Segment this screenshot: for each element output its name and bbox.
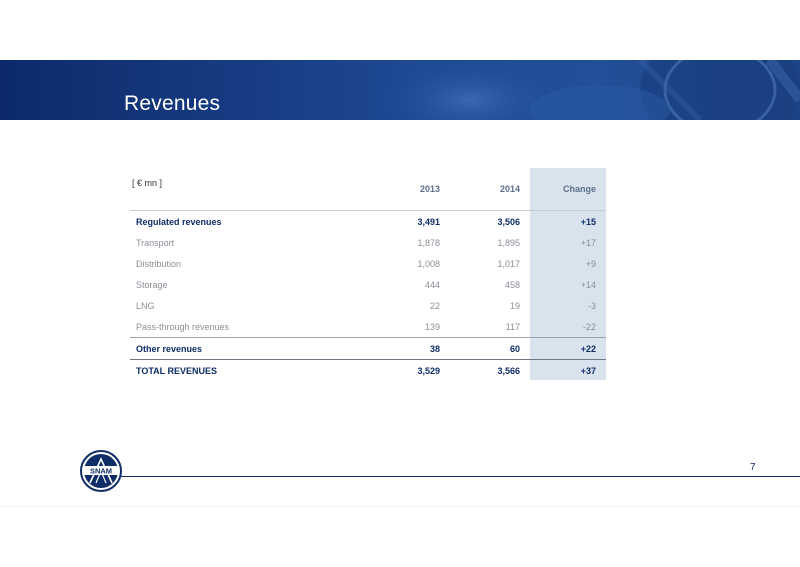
banner-background-image [380, 60, 800, 120]
value-2014: 1,895 [497, 237, 520, 248]
value-2013: 444 [424, 279, 440, 290]
table-row: Other revenues 38 60 +22 [130, 337, 606, 360]
value-2014: 117 [505, 321, 520, 332]
table-row: TOTAL REVENUES 3,529 3,566 +37 [130, 360, 606, 382]
table-row: Pass-through revenues 139 117 -22 [130, 316, 606, 338]
table-row: Distribution 1,008 1,017 +9 [130, 253, 606, 274]
slide-title: Revenues [124, 92, 221, 115]
table-row: Storage 444 458 +14 [130, 274, 606, 295]
snam-logo: SNAM [80, 450, 122, 492]
value-2014: 60 [450, 337, 530, 360]
value-2013: 1,878 [417, 237, 440, 248]
header-change: Change [562, 184, 596, 194]
page-number: 7 [750, 462, 756, 473]
row-label: Storage [136, 279, 168, 290]
value-change: +37 [580, 365, 596, 376]
row-label: Regulated revenues [136, 216, 222, 227]
value-2014: 3,506 [497, 216, 520, 227]
value-change: +22 [530, 337, 606, 360]
value-change: +14 [580, 279, 596, 290]
value-2013: 38 [360, 337, 450, 360]
table-header-row: 2013 2014 Change [130, 168, 606, 211]
header-2014: 2014 [499, 184, 520, 194]
value-change: -22 [582, 321, 596, 332]
table-row: Transport 1,878 1,895 +17 [130, 232, 606, 253]
footer-divider [88, 476, 800, 477]
header-2013: 2013 [419, 184, 440, 194]
value-2013: 22 [429, 300, 440, 311]
table-row: LNG 22 19 -3 [130, 295, 606, 316]
revenues-table: 2013 2014 Change Regulated revenues 3,49… [130, 168, 606, 381]
header-label-cell [130, 168, 360, 211]
value-2013: 3,529 [417, 365, 440, 376]
row-label: Pass-through revenues [136, 321, 230, 332]
value-2013: 3,491 [417, 216, 440, 227]
value-2013: 139 [424, 321, 440, 332]
table-row: Regulated revenues 3,491 3,506 +15 [130, 211, 606, 232]
value-2014: 19 [509, 300, 520, 311]
slide: Revenues [ € mn ] 2013 2014 Change Regul… [0, 0, 800, 506]
row-label: Distribution [136, 258, 182, 269]
value-change: +15 [580, 216, 596, 227]
row-label: Transport [136, 237, 175, 248]
title-banner: Revenues [0, 60, 800, 120]
below-slide-area [0, 506, 800, 567]
value-change: +17 [580, 237, 596, 248]
value-2014: 458 [504, 279, 520, 290]
value-change: +9 [585, 258, 596, 269]
row-label: TOTAL REVENUES [136, 365, 218, 376]
logo-text: SNAM [90, 467, 112, 476]
row-label: Other revenues [130, 337, 360, 360]
row-label: LNG [136, 300, 155, 311]
value-2014: 1,017 [497, 258, 520, 269]
value-2013: 1,008 [417, 258, 440, 269]
value-change: -3 [587, 300, 596, 311]
value-2014: 3,566 [497, 365, 520, 376]
